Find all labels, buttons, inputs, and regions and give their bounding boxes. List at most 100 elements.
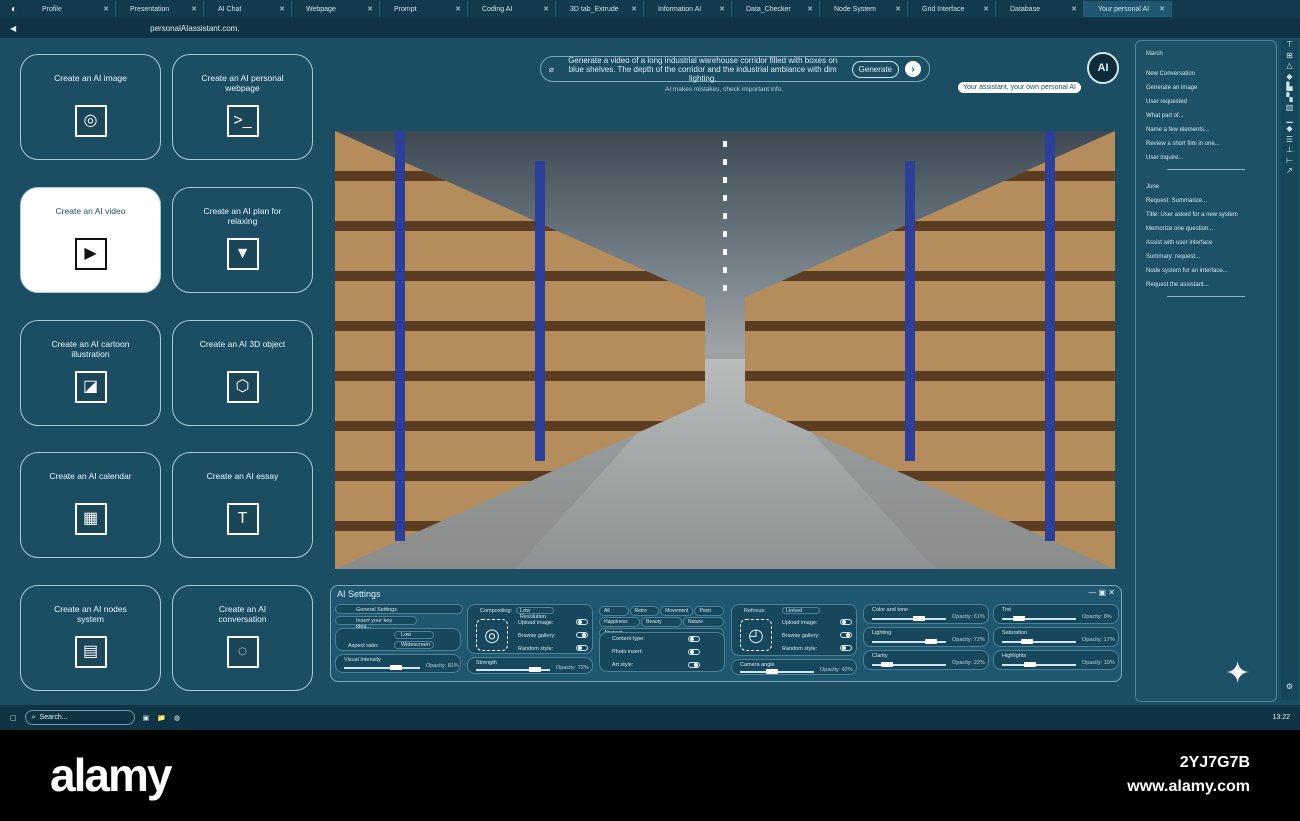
close-icon[interactable]: ✕ [455, 5, 461, 13]
history-item[interactable]: User inquire... [1146, 155, 1266, 161]
slider-thumb[interactable] [1013, 616, 1026, 621]
browse-toggle[interactable] [840, 632, 852, 638]
history-item[interactable]: Title: User asked for a new system [1146, 212, 1266, 218]
close-icon[interactable]: ✕ [279, 5, 285, 13]
general-settings[interactable]: General Settings [335, 604, 463, 614]
strength-slider[interactable] [476, 667, 550, 672]
slider-thumb[interactable] [389, 665, 402, 670]
tab[interactable]: Grid Interface ✕ [908, 1, 996, 17]
content-toggle[interactable] [688, 636, 700, 642]
close-icon[interactable]: ✕ [719, 5, 725, 13]
history-item[interactable]: Review a short film in one... [1146, 141, 1266, 147]
key-idea-input[interactable]: Insert your key idea... [335, 616, 417, 630]
slider-thumb[interactable] [765, 669, 778, 674]
history-item[interactable]: Memorize one question... [1146, 226, 1266, 232]
style-chip[interactable]: Movement [660, 606, 694, 616]
history-item[interactable]: New Conversation [1146, 71, 1266, 77]
app-icon[interactable]: ▣ [143, 714, 150, 722]
tab[interactable]: Node System ✕ [820, 1, 908, 17]
slider-thumb[interactable] [880, 662, 893, 667]
refocus-icon[interactable]: ◴ [740, 619, 772, 651]
adjust-slider[interactable] [1002, 616, 1076, 621]
adjust-slider[interactable] [872, 662, 946, 667]
close-icon[interactable]: ✕ [543, 5, 549, 13]
random-toggle[interactable] [840, 645, 852, 651]
history-item[interactable]: Generate an image [1146, 85, 1266, 91]
close-icon[interactable]: ✕ [103, 5, 109, 13]
slider-thumb[interactable] [529, 667, 542, 672]
video-preview[interactable] [335, 131, 1115, 569]
close-icon[interactable]: ✕ [895, 5, 901, 13]
adjust-slider[interactable] [872, 616, 946, 621]
slider-thumb[interactable] [1024, 662, 1037, 667]
style-chip[interactable]: Retro [629, 606, 660, 616]
url[interactable]: personalAIassistant.com. [150, 24, 239, 33]
upload-image-icon[interactable]: ◎ [476, 619, 508, 651]
close-icon[interactable]: ✕ [191, 5, 197, 13]
attach-icon[interactable]: ⌀ [549, 65, 554, 74]
tab[interactable]: Webpage ✕ [292, 1, 380, 17]
adjust-slider[interactable] [1002, 639, 1076, 644]
style-chip[interactable]: All [599, 606, 629, 616]
tab[interactable]: Presentation ✕ [116, 1, 204, 17]
window-controls[interactable]: — ▣ ✕ [1088, 588, 1115, 597]
create-card[interactable]: Create an AI conversation ◌ [172, 585, 313, 691]
create-card[interactable]: Create an AI image ◎ [20, 54, 161, 160]
tab[interactable]: Prompt ✕ [380, 1, 468, 17]
settings-gear-icon[interactable]: ⚙ [1281, 682, 1298, 693]
taskbar-search[interactable]: ⌕ Search... [24, 710, 135, 725]
refocus-select[interactable]: Linked [782, 607, 820, 614]
history-item[interactable]: Node system for an interface... [1146, 268, 1266, 274]
art-toggle[interactable] [688, 662, 700, 668]
tab[interactable]: Database ✕ [996, 1, 1084, 17]
upload-toggle[interactable] [576, 619, 588, 625]
tab[interactable]: Data_Checker ✕ [732, 1, 820, 17]
tab[interactable]: Information AI ✕ [644, 1, 732, 17]
tool-icons[interactable]: ⊤ ⊞ △ ◆ ▙ ▚ ▥ ▁ ◆ ☰ ⊥ ⊢ ↗ [1281, 40, 1298, 177]
tab[interactable]: AI Chat ✕ [204, 1, 292, 17]
upload-toggle[interactable] [840, 619, 852, 625]
history-item[interactable]: Request the assistant... [1146, 282, 1266, 288]
history-item[interactable]: Assist with user interface [1146, 240, 1266, 246]
style-chip[interactable]: Nature [683, 617, 724, 627]
tab[interactable]: Coding AI ✕ [468, 1, 556, 17]
create-card[interactable]: Create an AI nodes system ▤ [20, 585, 161, 691]
close-icon[interactable]: ✕ [1071, 5, 1077, 13]
slider-thumb[interactable] [1020, 639, 1033, 644]
style-chip[interactable]: Point [694, 606, 724, 616]
folder-icon[interactable]: 📁 [157, 714, 166, 722]
photo-toggle[interactable] [688, 649, 700, 655]
ai-avatar[interactable]: AI [1087, 52, 1119, 84]
browse-toggle[interactable] [576, 632, 588, 638]
history-item[interactable]: Request: Summarize... [1146, 198, 1266, 204]
close-icon[interactable]: ✕ [807, 5, 813, 13]
quality-select[interactable]: Low [394, 631, 434, 639]
back-icon[interactable]: ◀ [10, 24, 16, 33]
tab[interactable]: 3D tab_Extrude ✕ [556, 1, 644, 17]
adjust-slider[interactable] [1002, 662, 1076, 667]
send-icon[interactable]: › [905, 61, 921, 77]
start-icon[interactable]: ▢ [10, 714, 17, 722]
slider-thumb[interactable] [925, 639, 938, 644]
assistant-app-icon[interactable]: ◍ [174, 714, 180, 722]
create-card[interactable]: Create an AI cartoon illustration ◪ [20, 320, 161, 426]
create-card[interactable]: Create an AI video ▶ [20, 187, 161, 293]
history-item[interactable]: Name a few elements... [1146, 127, 1266, 133]
create-card[interactable]: Create an AI personal webpage >_ [172, 54, 313, 160]
address-bar[interactable]: ◀ personalAIassistant.com. [0, 18, 1300, 38]
close-icon[interactable]: ✕ [631, 5, 637, 13]
create-card[interactable]: Create an AI plan for relaxing ▼ [172, 187, 313, 293]
close-icon[interactable]: ✕ [983, 5, 989, 13]
generate-button[interactable]: Generate [851, 60, 899, 78]
close-icon[interactable]: ✕ [1159, 5, 1165, 13]
create-card[interactable]: Create an AI essay T [172, 452, 313, 558]
close-icon[interactable]: ✕ [367, 5, 373, 13]
slider-thumb[interactable] [912, 616, 925, 621]
adjust-slider[interactable] [872, 639, 946, 644]
prompt-input[interactable]: ⌀ Generate a video of a long industrial … [540, 56, 930, 83]
create-card[interactable]: Create an AI calendar ▦ [20, 452, 161, 558]
random-toggle[interactable] [576, 645, 588, 651]
prompt-text[interactable]: Generate a video of a long industrial wa… [560, 56, 846, 83]
style-chip[interactable]: Happiness [599, 617, 640, 627]
style-chip[interactable]: Beauty [641, 617, 682, 627]
